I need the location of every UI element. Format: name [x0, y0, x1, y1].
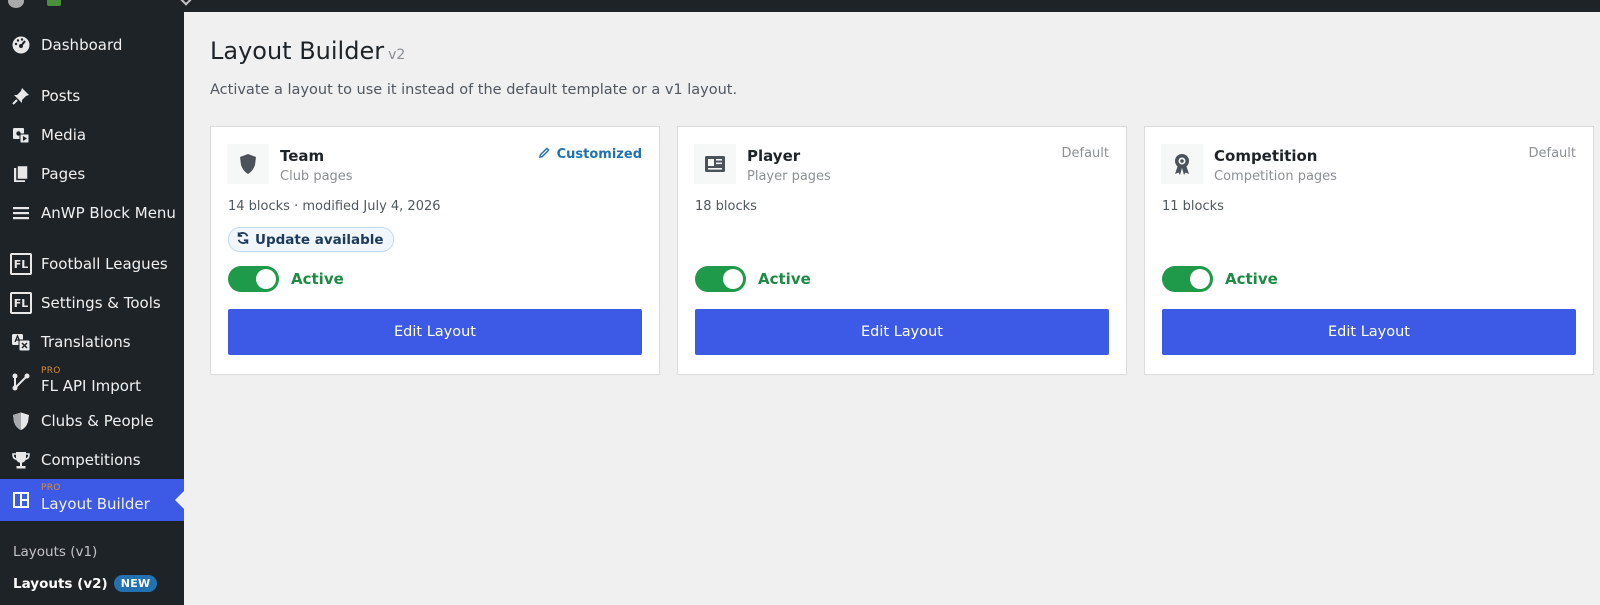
sidebar-item-layout-builder[interactable]: PRO Layout Builder — [0, 479, 184, 521]
card-meta: 18 blocks — [695, 199, 757, 214]
status-default: Default — [1528, 146, 1577, 161]
status-customized: Customized — [538, 146, 642, 163]
pro-label: PRO — [41, 483, 61, 493]
sidebar-item-label: Pages — [41, 165, 86, 183]
shield-icon — [10, 410, 32, 432]
active-toggle[interactable] — [1162, 266, 1213, 292]
sidebar-item-competitions[interactable]: Competitions — [0, 440, 184, 480]
layout-card-player: Player Player pages Default 18 blocks Ac… — [677, 126, 1127, 375]
admin-sidebar: Dashboard Posts Media Pages AnWP Block M… — [0, 12, 184, 605]
api-import-icon — [10, 371, 32, 393]
toggle-label: Active — [758, 270, 811, 288]
layout-grid-icon — [10, 489, 32, 511]
sidebar-item-label: Dashboard — [41, 36, 123, 54]
new-badge: NEW — [113, 575, 158, 592]
edit-layout-button[interactable]: Edit Layout — [228, 309, 642, 355]
pin-icon — [10, 85, 32, 107]
card-subtitle: Club pages — [280, 169, 353, 184]
refresh-icon — [236, 231, 250, 249]
sidebar-item-label: FL API Import — [41, 377, 142, 395]
admin-bar — [0, 0, 1600, 12]
sidebar-item-settings-tools[interactable]: FL Settings & Tools — [0, 283, 184, 323]
sidebar-item-label: Football Leagues — [41, 255, 168, 273]
active-toggle-row: Active — [1162, 266, 1278, 292]
sidebar-item-anwp-block-menu[interactable]: AnWP Block Menu — [0, 193, 184, 233]
fl-badge-text: FL — [10, 253, 32, 275]
sidebar-item-football-leagues[interactable]: FL Football Leagues — [0, 244, 184, 284]
active-toggle[interactable] — [695, 266, 746, 292]
page-title-text: Layout Builder — [210, 37, 385, 65]
sidebar-item-label: Posts — [41, 87, 81, 105]
translation-icon — [10, 331, 32, 353]
site-icon[interactable] — [47, 0, 61, 6]
active-toggle-row: Active — [228, 266, 344, 292]
submenu-item-label: Layouts (v1) — [13, 544, 98, 560]
sidebar-item-label: Clubs & People — [41, 412, 154, 430]
sidebar-item-fl-api-import[interactable]: PRO FL API Import — [0, 362, 184, 402]
shield-icon — [227, 144, 269, 184]
card-meta: 11 blocks — [1162, 199, 1224, 214]
layout-card-team: Team Club pages Customized 14 blocks · m… — [210, 126, 660, 375]
toggle-knob — [256, 269, 276, 289]
layout-card-competition: Competition Competition pages Default 11… — [1144, 126, 1594, 375]
card-title: Player — [747, 147, 801, 165]
sidebar-item-clubs-people[interactable]: Clubs & People — [0, 401, 184, 441]
toggle-knob — [1190, 269, 1210, 289]
status-label: Customized — [556, 147, 642, 162]
update-label: Update available — [255, 231, 384, 248]
page-title: Layout Builder v2 — [210, 37, 405, 65]
sidebar-item-pages[interactable]: Pages — [0, 154, 184, 194]
menu-lines-icon — [10, 202, 32, 224]
card-meta: 14 blocks · modified July 4, 2026 — [228, 199, 441, 214]
toggle-label: Active — [1225, 270, 1278, 288]
active-toggle[interactable] — [228, 266, 279, 292]
status-default: Default — [1061, 146, 1110, 161]
update-available-badge[interactable]: Update available — [228, 227, 394, 252]
version-label: v2 — [388, 47, 406, 63]
pencil-icon — [538, 146, 551, 163]
toggle-knob — [723, 269, 743, 289]
award-icon — [1161, 144, 1203, 184]
media-icon — [10, 124, 32, 146]
submenu-item-layouts-v1[interactable]: Layouts (v1) — [13, 544, 97, 560]
edit-layout-button[interactable]: Edit Layout — [1162, 309, 1576, 355]
fl-icon: FL — [10, 292, 32, 314]
active-toggle-row: Active — [695, 266, 811, 292]
sidebar-item-dashboard[interactable]: Dashboard — [0, 25, 184, 65]
sidebar-item-label: Settings & Tools — [41, 294, 161, 312]
sidebar-item-label: AnWP Block Menu — [41, 204, 176, 222]
pages-icon — [10, 163, 32, 185]
id-card-icon — [694, 144, 736, 184]
card-title: Competition — [1214, 147, 1318, 165]
submenu-item-label: Layouts (v2) — [13, 576, 108, 592]
submenu-item-layouts-v2[interactable]: Layouts (v2) NEW — [13, 575, 158, 593]
fl-icon: FL — [10, 253, 32, 275]
sidebar-item-translations[interactable]: Translations — [0, 322, 184, 362]
card-subtitle: Player pages — [747, 169, 831, 184]
dashboard-icon — [10, 34, 32, 56]
sidebar-item-label: Translations — [41, 333, 131, 351]
sidebar-item-label: Layout Builder — [41, 495, 150, 513]
card-subtitle: Competition pages — [1214, 169, 1337, 184]
pro-label: PRO — [41, 366, 61, 376]
chevron-icon[interactable] — [180, 0, 192, 6]
sidebar-item-media[interactable]: Media — [0, 115, 184, 155]
sidebar-item-label: Media — [41, 126, 87, 144]
card-title: Team — [280, 147, 325, 165]
wordpress-logo-icon[interactable] — [8, 0, 24, 8]
trophy-icon — [10, 449, 32, 471]
sidebar-item-label: Competitions — [41, 451, 141, 469]
fl-badge-text: FL — [10, 292, 32, 314]
sidebar-item-posts[interactable]: Posts — [0, 76, 184, 116]
page-description: Activate a layout to use it instead of t… — [210, 82, 738, 98]
edit-layout-button[interactable]: Edit Layout — [695, 309, 1109, 355]
toggle-label: Active — [291, 270, 344, 288]
